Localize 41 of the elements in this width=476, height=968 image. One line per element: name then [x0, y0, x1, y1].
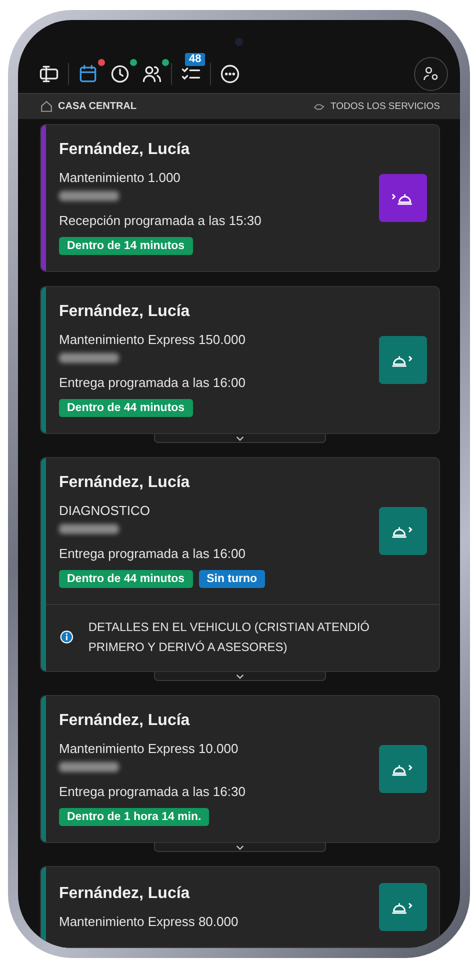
- action-button[interactable]: [379, 745, 427, 793]
- count-badge: 48: [185, 53, 206, 66]
- service-name: Mantenimiento Express 80.000: [59, 914, 240, 929]
- user-settings-button[interactable]: [414, 57, 448, 92]
- time-tag: Sin turno: [198, 570, 266, 588]
- customer-name: Fernández, Lucía: [59, 474, 191, 492]
- service-name: DIAGNOSTICO: [59, 503, 152, 518]
- more-icon: [219, 63, 241, 86]
- appointment-card[interactable]: Fernández, Lucía Mantenimiento 1.000 Recepción programada a las 15:30 Dentro de 14 minutos: [40, 124, 440, 272]
- action-button[interactable]: [379, 336, 427, 384]
- appointment-card[interactable]: Fernández, Lucía Mantenimiento Express 150.000 Entrega programada a las 16:00 Dentro de 44 minutos: [40, 286, 440, 434]
- chevron-down-icon: [236, 844, 244, 850]
- appointment-card[interactable]: Fernández, Lucía Mantenimiento Express 80.000: [40, 866, 440, 948]
- chevron-down-icon: [236, 674, 244, 678]
- schedule-text: Recepción programada a las 15:30: [59, 213, 262, 228]
- camera-dot: [235, 38, 243, 46]
- chevron-down-icon: [236, 436, 244, 440]
- customer-name: Fernández, Lucía: [59, 141, 191, 159]
- time-tag: Dentro de 44 minutos: [59, 570, 193, 588]
- service-name: Mantenimiento Express 150.000: [59, 332, 246, 347]
- action-button[interactable]: [379, 507, 427, 555]
- action-button[interactable]: [379, 883, 427, 931]
- schedule-text: Entrega programada a las 16:00: [59, 546, 246, 561]
- schedule-text: Entrega programada a las 16:30: [59, 784, 246, 799]
- service-name: Mantenimiento Express 10.000: [59, 741, 240, 756]
- schedule-text: Entrega programada a las 16:00: [59, 375, 246, 390]
- time-tag: Dentro de 44 minutos: [59, 399, 193, 417]
- branch-name: CASA CENTRAL: [58, 100, 137, 112]
- home-icon: [40, 100, 53, 113]
- service-name: Mantenimiento 1.000: [59, 170, 182, 185]
- time-tag: Dentro de 1 hora 14 min.: [59, 808, 210, 826]
- customer-name: Fernández, Lucía: [59, 303, 191, 321]
- appointment-card[interactable]: Fernández, Lucía DIAGNOSTICO Entrega programada a las 16:00 Dentro de 44 minutos Sin turno DETALLES EN EL VEHICULO (CRISTIAN ATENDIÓ PRIMERO Y DERIVÓ A ASESORES): [40, 457, 440, 672]
- note-text: DETALLES EN EL VEHICULO (CRISTIAN ATENDIÓ PRIMERO Y DERIVÓ A ASESORES): [88, 619, 371, 656]
- time-tag: Dentro de 14 minutos: [59, 237, 193, 255]
- action-button[interactable]: [379, 174, 427, 222]
- customer-name: Fernández, Lucía: [59, 885, 191, 903]
- appointment-card[interactable]: Fernández, Lucía Mantenimiento Express 10.000 Entrega programada a las 16:30 Dentro de 1 hora 14 min.: [40, 695, 440, 843]
- clock-icon: [109, 63, 131, 86]
- customer-name: Fernández, Lucía: [59, 712, 191, 730]
- service-filter[interactable]: TODOS LOS SERVICIOS: [312, 100, 440, 112]
